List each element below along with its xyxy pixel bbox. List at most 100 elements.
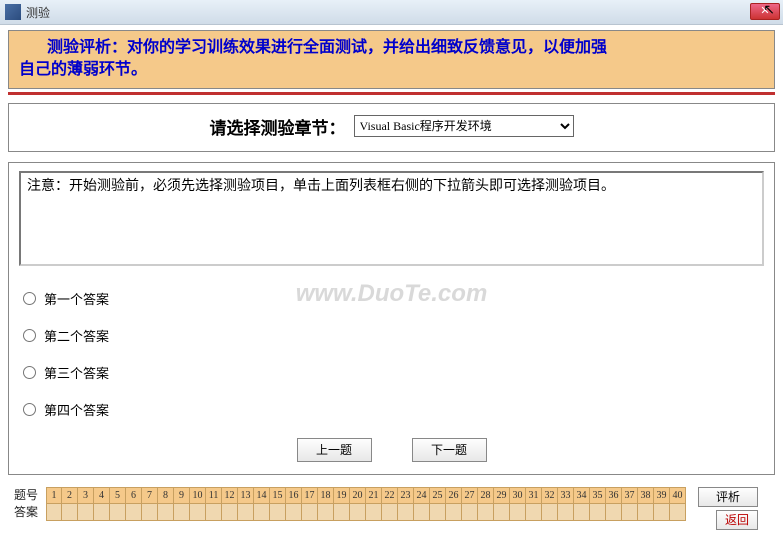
grid-ans-cell[interactable] xyxy=(126,504,142,521)
grid-num-cell[interactable]: 25 xyxy=(430,487,446,504)
grid-num-cell[interactable]: 34 xyxy=(574,487,590,504)
answer-option-3[interactable]: 第三个答案 xyxy=(19,354,764,391)
grid-ans-cell[interactable] xyxy=(446,504,462,521)
grid-ans-cell[interactable] xyxy=(286,504,302,521)
grid-ans-cell[interactable] xyxy=(494,504,510,521)
grid-num-cell[interactable]: 37 xyxy=(622,487,638,504)
grid-ans-cell[interactable] xyxy=(366,504,382,521)
grid-ans-cell[interactable] xyxy=(638,504,654,521)
grid-ans-cell[interactable] xyxy=(254,504,270,521)
grid-ans-cell[interactable] xyxy=(238,504,254,521)
grid-ans-cell[interactable] xyxy=(542,504,558,521)
grid-num-cell[interactable]: 23 xyxy=(398,487,414,504)
answer-option-4[interactable]: 第四个答案 xyxy=(19,391,764,428)
grid-ans-cell[interactable] xyxy=(478,504,494,521)
grid-ans-cell[interactable] xyxy=(526,504,542,521)
grid-num-cell[interactable]: 31 xyxy=(526,487,542,504)
grid-ans-cell[interactable] xyxy=(350,504,366,521)
grid-ans-cell[interactable] xyxy=(222,504,238,521)
grid-num-cell[interactable]: 1 xyxy=(46,487,62,504)
answer-option-2[interactable]: 第二个答案 xyxy=(19,317,764,354)
banner-prefix: 测验评析： xyxy=(47,39,127,56)
grid-num-cell[interactable]: 7 xyxy=(142,487,158,504)
grid-ans-cell[interactable] xyxy=(430,504,446,521)
radio-2[interactable] xyxy=(23,329,36,342)
grid-num-cell[interactable]: 18 xyxy=(318,487,334,504)
grid-num-cell[interactable]: 24 xyxy=(414,487,430,504)
answer-label-1: 第一个答案 xyxy=(44,289,109,308)
grid-num-cell[interactable]: 21 xyxy=(366,487,382,504)
return-button[interactable]: 返回 xyxy=(716,510,758,530)
answer-label-2: 第二个答案 xyxy=(44,326,109,345)
grid-ans-cell[interactable] xyxy=(398,504,414,521)
grid-ans-cell[interactable] xyxy=(206,504,222,521)
grid-num-cell[interactable]: 9 xyxy=(174,487,190,504)
grid-num-cell[interactable]: 14 xyxy=(254,487,270,504)
grid-num-cell[interactable]: 40 xyxy=(670,487,686,504)
grid-ans-cell[interactable] xyxy=(670,504,686,521)
question-textbox[interactable]: 注意：开始测验前，必须先选择测验项目，单击上面列表框右侧的下拉箭头即可选择测验项… xyxy=(19,171,764,266)
radio-4[interactable] xyxy=(23,403,36,416)
grid-num-cell[interactable]: 15 xyxy=(270,487,286,504)
grid-ans-cell[interactable] xyxy=(590,504,606,521)
radio-3[interactable] xyxy=(23,366,36,379)
answer-option-1[interactable]: 第一个答案 xyxy=(19,280,764,317)
grid-num-cell[interactable]: 29 xyxy=(494,487,510,504)
grid-ans-cell[interactable] xyxy=(622,504,638,521)
grid-ans-cell[interactable] xyxy=(142,504,158,521)
grid-ans-cell[interactable] xyxy=(654,504,670,521)
grid-ans-cell[interactable] xyxy=(110,504,126,521)
grid-num-cell[interactable]: 35 xyxy=(590,487,606,504)
grid-ans-cell[interactable] xyxy=(174,504,190,521)
grid-ans-cell[interactable] xyxy=(510,504,526,521)
close-button[interactable]: ✕ xyxy=(750,3,780,20)
grid-num-cell[interactable]: 6 xyxy=(126,487,142,504)
right-button-col: 评析 返回 xyxy=(698,487,758,530)
grid-num-cell[interactable]: 2 xyxy=(62,487,78,504)
grid-num-cell[interactable]: 19 xyxy=(334,487,350,504)
radio-1[interactable] xyxy=(23,292,36,305)
grid-ans-cell[interactable] xyxy=(62,504,78,521)
grid-ans-cell[interactable] xyxy=(606,504,622,521)
prev-button[interactable]: 上一题 xyxy=(297,438,372,462)
grid-num-cell[interactable]: 3 xyxy=(78,487,94,504)
grid-num-cell[interactable]: 10 xyxy=(190,487,206,504)
grid-ans-cell[interactable] xyxy=(334,504,350,521)
grid-num-cell[interactable]: 11 xyxy=(206,487,222,504)
grid-num-cell[interactable]: 5 xyxy=(110,487,126,504)
main-container: 测验评析：对你的学习训练效果进行全面测试，并给出细致反馈意见，以便加强 自己的薄… xyxy=(0,25,783,537)
grid-num-cell[interactable]: 32 xyxy=(542,487,558,504)
grid-num-cell[interactable]: 28 xyxy=(478,487,494,504)
grid-ans-cell[interactable] xyxy=(270,504,286,521)
grid-num-cell[interactable]: 20 xyxy=(350,487,366,504)
grid-ans-cell[interactable] xyxy=(190,504,206,521)
grid-ans-cell[interactable] xyxy=(462,504,478,521)
chapter-dropdown[interactable]: Visual Basic程序开发环境 xyxy=(354,115,574,137)
grid-num-cell[interactable]: 22 xyxy=(382,487,398,504)
next-button[interactable]: 下一题 xyxy=(412,438,487,462)
grid-num-cell[interactable]: 12 xyxy=(222,487,238,504)
grid-num-cell[interactable]: 36 xyxy=(606,487,622,504)
grid-num-cell[interactable]: 38 xyxy=(638,487,654,504)
grid-ans-cell[interactable] xyxy=(558,504,574,521)
grid-ans-cell[interactable] xyxy=(414,504,430,521)
grid-ans-cell[interactable] xyxy=(94,504,110,521)
grid-ans-cell[interactable] xyxy=(382,504,398,521)
grid-num-cell[interactable]: 8 xyxy=(158,487,174,504)
grid-num-cell[interactable]: 17 xyxy=(302,487,318,504)
grid-num-cell[interactable]: 30 xyxy=(510,487,526,504)
grid-num-cell[interactable]: 13 xyxy=(238,487,254,504)
grid-num-cell[interactable]: 33 xyxy=(558,487,574,504)
grid-num-cell[interactable]: 4 xyxy=(94,487,110,504)
grid-ans-cell[interactable] xyxy=(574,504,590,521)
grid-ans-cell[interactable] xyxy=(158,504,174,521)
grid-ans-cell[interactable] xyxy=(302,504,318,521)
grid-num-cell[interactable]: 39 xyxy=(654,487,670,504)
grid-num-cell[interactable]: 26 xyxy=(446,487,462,504)
grid-ans-cell[interactable] xyxy=(318,504,334,521)
grid-ans-cell[interactable] xyxy=(46,504,62,521)
grid-num-cell[interactable]: 27 xyxy=(462,487,478,504)
grid-num-cell[interactable]: 16 xyxy=(286,487,302,504)
grid-ans-cell[interactable] xyxy=(78,504,94,521)
analyze-button[interactable]: 评析 xyxy=(698,487,758,507)
